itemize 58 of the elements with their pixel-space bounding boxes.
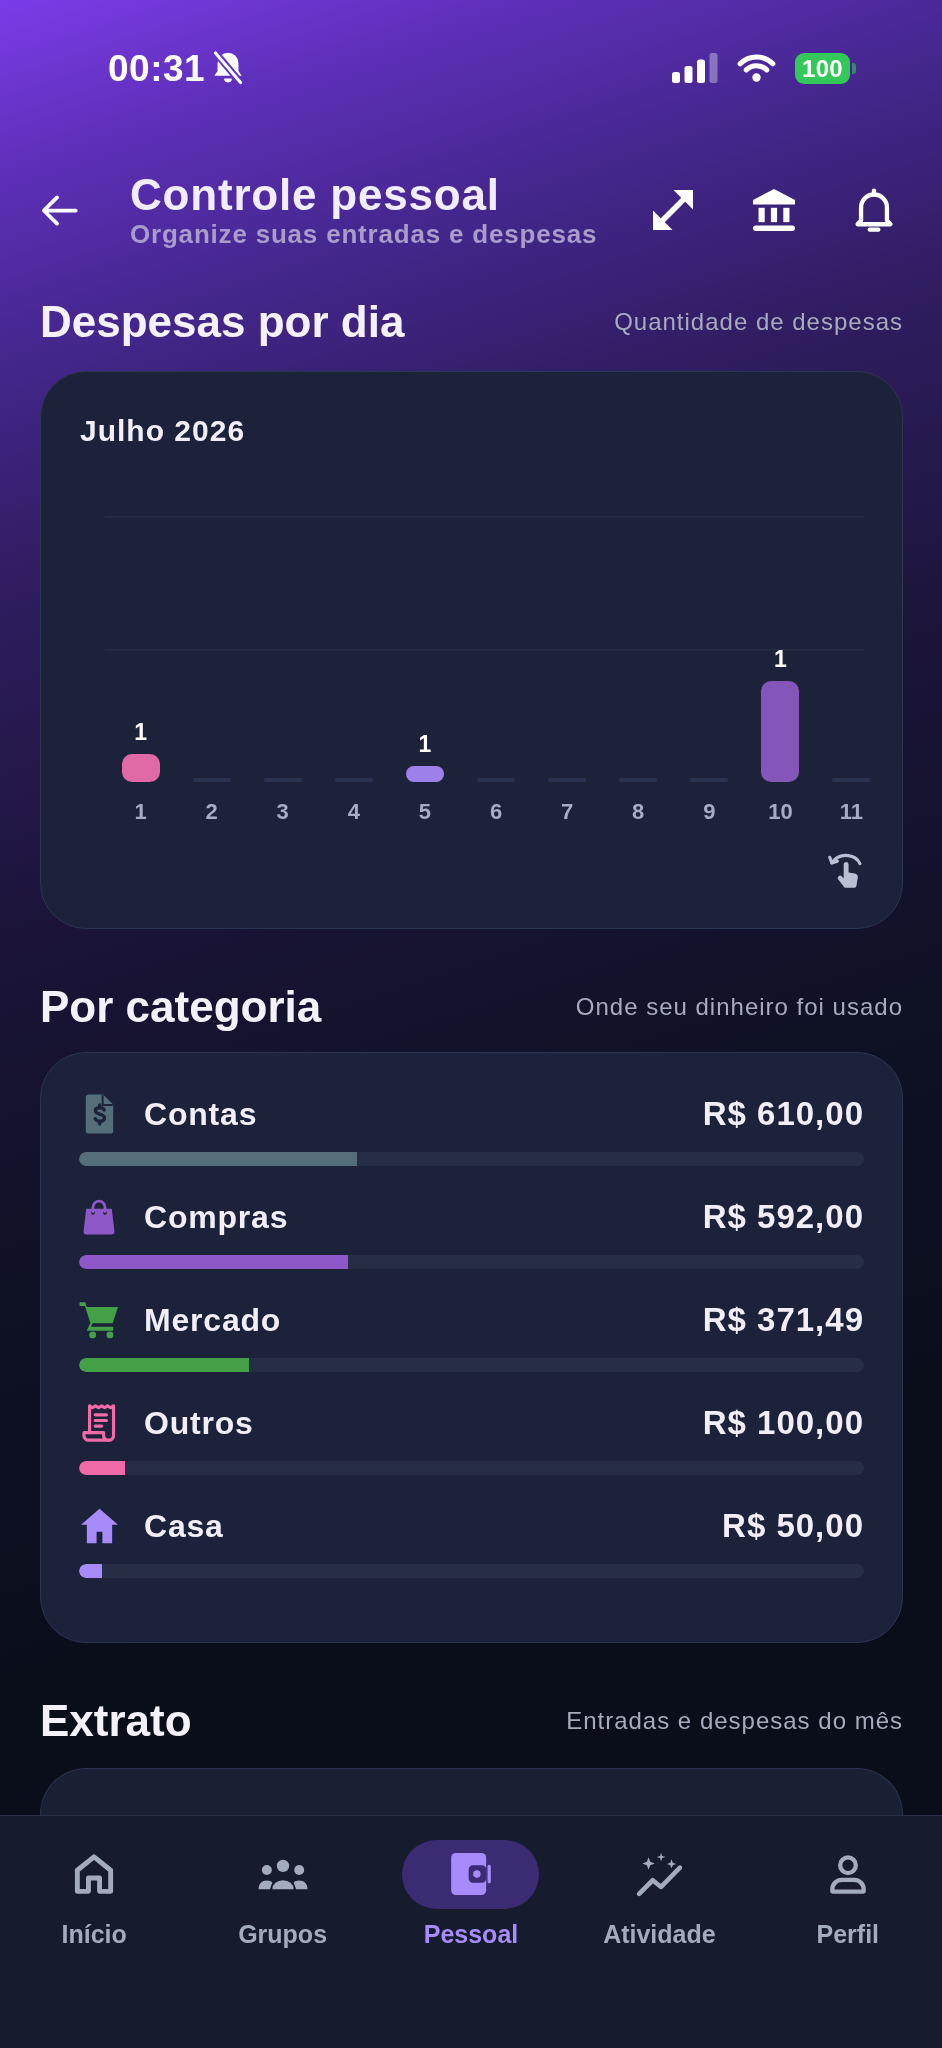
notification-bell-icon[interactable] [855,188,893,232]
day-label: 6 [489,797,503,826]
chart-title: Julho 2026 [79,413,247,447]
day-label: 10 [768,797,793,826]
day-label: 4 [347,797,360,826]
day-label: 2 [205,797,218,826]
home-icon [74,1854,115,1894]
category-amount: R$ 371,49 [702,1300,864,1341]
bar-value-label: 1 [134,719,147,745]
bell-slash-icon [213,51,244,85]
section-caption: Entradas e despesas do mês [566,1706,903,1736]
nav-tab[interactable]: Perfil [779,1839,917,1949]
wifi-icon [736,53,778,83]
bar-value-label: 1 [774,645,787,672]
category-name: Compras [144,1198,289,1237]
category-name: Outros [144,1404,254,1443]
expand-icon[interactable] [653,190,693,230]
person-icon [829,1854,866,1894]
nav-tab[interactable]: Grupos [214,1839,352,1949]
day-label: 5 [418,797,432,826]
section-caption: Quantidade de despesas [614,307,903,337]
category-amount: R$ 100,00 [702,1403,864,1444]
category-name: Casa [144,1507,224,1546]
bar-value-label: 1 [418,730,432,757]
day-label: 1 [134,797,147,826]
shopping-bag-icon [83,1199,115,1235]
signal-icon [672,53,719,83]
status-time: 00:31 [108,49,206,87]
nav-tab[interactable]: Pessoal [402,1839,540,1949]
nav-tab[interactable]: Início [25,1839,163,1949]
day-label: 3 [276,797,289,826]
category-amount: R$ 610,00 [702,1094,864,1135]
wallet-icon [451,1853,491,1895]
day-label: 9 [703,797,716,826]
day-label: 8 [632,797,645,826]
section-title: Extrato [40,1695,192,1747]
nav-tab[interactable]: Atividade [590,1839,728,1949]
category-amount: R$ 592,00 [702,1197,864,1238]
page-subtitle: Organize suas entradas e despesas [130,219,599,249]
people-group-icon [257,1858,308,1890]
receipt-icon [81,1404,117,1442]
category-name: Contas [144,1095,258,1134]
category-name: Mercado [144,1301,282,1340]
back-arrow-icon[interactable] [42,194,78,226]
day-label: 7 [561,797,574,826]
invoice-dollar-icon [84,1094,114,1134]
sparkles-trend-icon [636,1851,683,1897]
page-title: Controle pessoal [130,171,501,219]
bank-icon[interactable] [753,189,795,231]
section-caption: Onde seu dinheiro foi usado [575,992,903,1022]
house-icon [80,1508,118,1544]
battery-indicator: 100 [795,52,856,84]
section-title: Despesas por dia [40,296,405,348]
day-label: 11 [839,797,864,826]
category-amount: R$ 50,00 [722,1506,864,1547]
section-title: Por categoria [40,981,322,1033]
hand-pointer-icon[interactable] [828,852,862,889]
shopping-cart-icon [79,1301,119,1339]
